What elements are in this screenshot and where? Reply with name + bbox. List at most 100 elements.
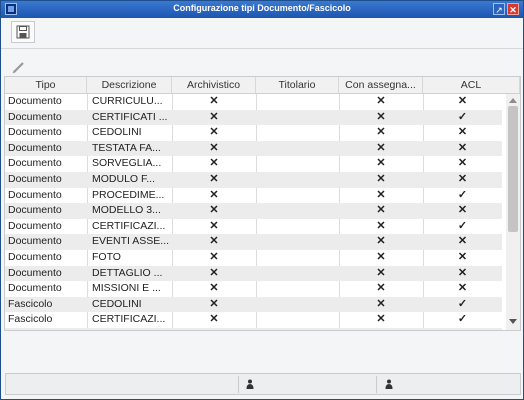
- cell-descrizione: CURRICULU...: [92, 328, 170, 330]
- cell-archivistico: ✕: [209, 282, 219, 295]
- table-row[interactable]: Fascicolo CERTIFICAZI... ✕ ✕ ✓: [5, 312, 502, 328]
- cell-acl: ✓: [457, 188, 468, 201]
- cell-archivistico: ✕: [209, 219, 219, 232]
- close-button[interactable]: ✕: [507, 3, 519, 15]
- column-header-con-assegnazione[interactable]: Con assegna...: [339, 77, 423, 93]
- cell-tipo: Documento: [8, 204, 62, 217]
- grid-toolbar: [1, 57, 523, 77]
- table-row[interactable]: Documento EVENTI ASSE... ✕ ✕ ✕: [5, 234, 502, 250]
- cell-tipo: Fascicolo: [8, 297, 53, 310]
- cell-tipo: Documento: [8, 219, 62, 232]
- cell-assegnazione: ✕: [376, 126, 386, 139]
- cell-descrizione: CEDOLINI: [92, 126, 142, 139]
- table-row[interactable]: Documento MISSIONI E ... ✕ ✕ ✕: [5, 281, 502, 297]
- table-row[interactable]: Documento FOTO ✕ ✕ ✕: [5, 250, 502, 266]
- cell-acl: ✕: [457, 250, 468, 263]
- cell-acl: ✕: [457, 126, 468, 139]
- edit-button[interactable]: [9, 59, 29, 75]
- cell-archivistico: ✕: [209, 172, 219, 185]
- cell-acl: ✕: [457, 282, 468, 295]
- cell-tipo: Documento: [8, 235, 62, 248]
- cell-acl: ✓: [457, 219, 468, 232]
- table-row[interactable]: Documento CERTIFICAZI... ✕ ✕ ✓: [5, 219, 502, 235]
- cell-assegnazione: ✕: [376, 172, 386, 185]
- table-row[interactable]: Documento CERTIFICATI ... ✕ ✕ ✓: [5, 109, 502, 126]
- cell-assegnazione: ✕: [376, 297, 386, 310]
- cell-descrizione: SORVEGLIA...: [92, 157, 162, 170]
- table-row[interactable]: FascicoloCURRICULU...✕✕✕: [5, 327, 502, 330]
- scrollbar-thumb[interactable]: [508, 106, 518, 232]
- cell-archivistico: ✕: [209, 297, 219, 310]
- cell-acl: ✕: [457, 204, 468, 217]
- cell-assegnazione: ✕: [376, 95, 386, 107]
- user-icon: [246, 379, 254, 389]
- cell-archivistico: ✕: [209, 95, 219, 107]
- cell-archivistico: ✕: [209, 141, 219, 154]
- cell-tipo: Fascicolo: [8, 313, 53, 326]
- cell-titolario: [256, 156, 339, 172]
- cell-titolario: [256, 141, 339, 157]
- cell-assegnazione: ✕: [376, 235, 386, 248]
- cell-tipo: Documento: [8, 282, 62, 295]
- table-row[interactable]: Documento MODELLO 3... ✕ ✕ ✕: [5, 203, 502, 219]
- cell-archivistico: ✕: [209, 204, 219, 217]
- cell-descrizione: MISSIONI E ...: [92, 282, 161, 295]
- column-header-descrizione[interactable]: Descrizione: [87, 77, 172, 93]
- cell-archivistico: ✕: [209, 235, 219, 248]
- vertical-scrollbar[interactable]: [506, 94, 520, 330]
- column-header-acl[interactable]: ACL: [423, 77, 520, 93]
- cell-titolario: [256, 219, 339, 235]
- scroll-down-arrow-icon[interactable]: [509, 319, 517, 324]
- cell-titolario: [256, 266, 339, 282]
- cell-acl: ✕: [457, 172, 468, 185]
- table-row[interactable]: Documento PROCEDIME... ✕ ✕ ✓: [5, 188, 502, 204]
- cell-acl: ✕: [457, 141, 468, 154]
- save-button[interactable]: [11, 21, 35, 43]
- cell-descrizione: MODULO F...: [92, 172, 156, 185]
- table-header: Tipo Descrizione Archivistico Titolario …: [5, 77, 520, 94]
- cell-archivistico: ✕: [209, 188, 219, 201]
- cell-acl: ✓: [457, 297, 468, 310]
- cell-tipo: Documento: [8, 126, 62, 139]
- cell-acl: ✓: [457, 313, 468, 326]
- cell-tipo: Documento: [8, 110, 62, 123]
- cell-assegnazione: ✕: [376, 282, 386, 295]
- cell-tipo: Fascicolo: [8, 328, 86, 330]
- cell-archivistico: ✕: [209, 110, 219, 123]
- cell-descrizione: CERTIFICAZI...: [92, 219, 166, 232]
- cell-archivistico: ✕: [209, 157, 219, 170]
- document-types-table: Tipo Descrizione Archivistico Titolario …: [4, 76, 521, 331]
- column-header-tipo[interactable]: Tipo: [5, 77, 87, 93]
- cell-tipo: Documento: [8, 141, 62, 154]
- cell-descrizione: TESTATA FA...: [92, 141, 161, 154]
- column-header-archivistico[interactable]: Archivistico: [172, 77, 256, 93]
- scroll-up-arrow-icon[interactable]: [509, 98, 517, 103]
- restore-button[interactable]: ↗: [493, 3, 505, 15]
- table-row[interactable]: Fascicolo CEDOLINI ✕ ✕ ✓: [5, 296, 502, 313]
- table-row[interactable]: Documento MODULO F... ✕ ✕ ✕: [5, 171, 502, 188]
- cell-descrizione: EVENTI ASSE...: [92, 235, 170, 248]
- cell-assegnazione: ✕: [376, 250, 386, 263]
- table-row[interactable]: Documento TESTATA FA... ✕ ✕ ✕: [5, 140, 502, 157]
- cell-archivistico: ✕: [209, 266, 219, 279]
- table-row[interactable]: Documento SORVEGLIA... ✕ ✕ ✕: [5, 156, 502, 172]
- cell-descrizione: CERTIFICATI ...: [92, 110, 168, 123]
- cell-acl: ✕: [457, 95, 468, 107]
- floppy-disk-icon: [16, 25, 30, 39]
- config-window: Configurazione tipi Documento/Fascicolo …: [0, 0, 524, 400]
- pencil-icon: [12, 62, 24, 74]
- column-header-titolario[interactable]: Titolario: [256, 77, 339, 93]
- table-row[interactable]: Documento DETTAGLIO ... ✕ ✕ ✕: [5, 265, 502, 282]
- toolbar: [1, 18, 523, 49]
- title-bar[interactable]: Configurazione tipi Documento/Fascicolo …: [1, 1, 523, 18]
- cell-archivistico: ✕: [209, 126, 219, 139]
- table-row[interactable]: Documento CURRICULU... ✕ ✕ ✕: [5, 94, 502, 110]
- cell-descrizione: DETTAGLIO ...: [92, 266, 163, 279]
- cell-descrizione: CEDOLINI: [92, 297, 142, 310]
- cell-tipo: Documento: [8, 188, 62, 201]
- cell-assegnazione: ✕: [376, 219, 386, 232]
- cell-acl: ✕: [457, 266, 468, 279]
- window-title: Configurazione tipi Documento/Fascicolo: [173, 3, 351, 13]
- cell-acl: ✕: [423, 328, 502, 330]
- table-row[interactable]: Documento CEDOLINI ✕ ✕ ✕: [5, 125, 502, 141]
